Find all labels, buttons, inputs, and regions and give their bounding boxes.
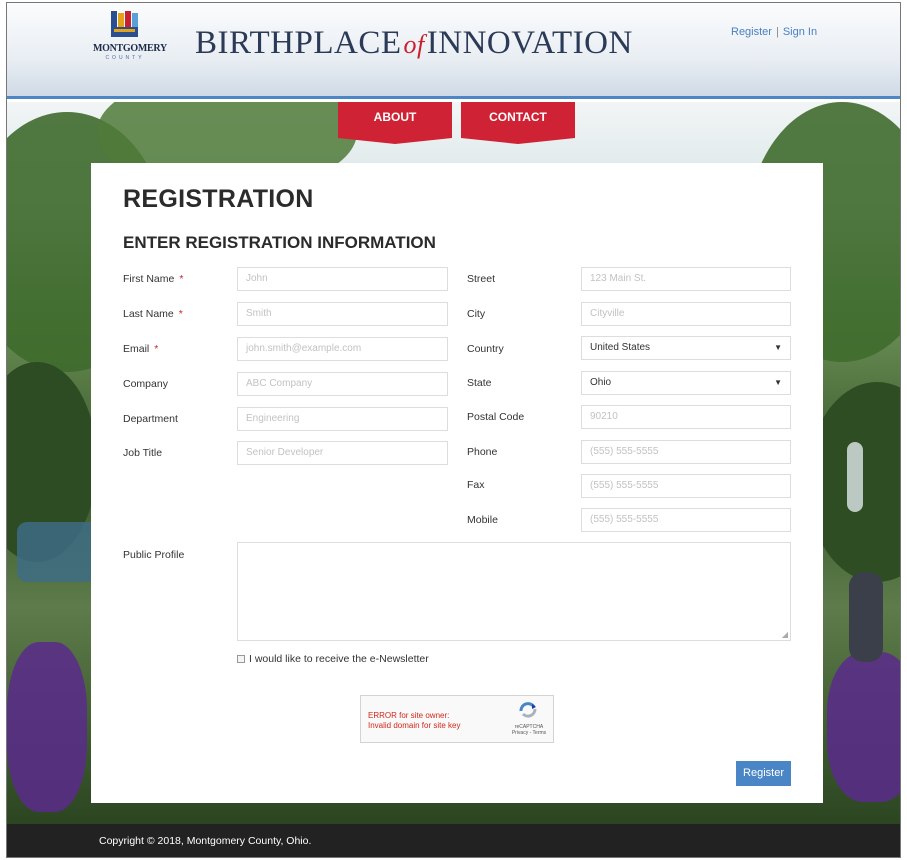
title-of: of bbox=[403, 30, 425, 59]
site-title: BIRTHPLACEofINNOVATION bbox=[195, 25, 633, 62]
email-label: Email * bbox=[123, 343, 159, 355]
last-name-input[interactable]: Smith bbox=[237, 302, 448, 326]
postal-code-input[interactable]: 90210 bbox=[581, 405, 791, 429]
first-name-label: First Name * bbox=[123, 273, 184, 285]
phone-input[interactable]: (555) 555-5555 bbox=[581, 440, 791, 464]
captcha-brand: reCAPTCHA Privacy - Terms bbox=[509, 724, 549, 736]
mobile-input[interactable]: (555) 555-5555 bbox=[581, 508, 791, 532]
required-mark: * bbox=[179, 273, 184, 285]
flowers bbox=[7, 642, 87, 812]
section-title: ENTER REGISTRATION INFORMATION bbox=[123, 233, 436, 252]
registration-card: REGISTRATION ENTER REGISTRATION INFORMAT… bbox=[91, 163, 823, 803]
email-input[interactable]: john.smith@example.com bbox=[237, 337, 448, 361]
country-label: Country bbox=[467, 343, 504, 355]
site-header: MONTGOMERY COUNTY BIRTHPLACEofINNOVATION… bbox=[7, 3, 900, 99]
fountain bbox=[847, 442, 863, 512]
city-label: City bbox=[467, 308, 486, 320]
job-title-input[interactable]: Senior Developer bbox=[237, 441, 448, 465]
auth-links: Register | Sign In bbox=[731, 26, 817, 38]
country-select[interactable]: United States ▼ bbox=[581, 336, 791, 360]
state-value: Ohio bbox=[590, 377, 612, 388]
department-label: Department bbox=[123, 413, 178, 425]
register-link[interactable]: Register bbox=[731, 26, 772, 38]
signin-link[interactable]: Sign In bbox=[783, 26, 817, 38]
phone-label: Phone bbox=[467, 446, 498, 458]
title-left: BIRTHPLACE bbox=[195, 25, 402, 61]
person bbox=[849, 572, 883, 662]
captcha-error-text: ERROR for site owner: Invalid domain for… bbox=[368, 711, 461, 730]
browser-page: MONTGOMERY COUNTY BIRTHPLACEofINNOVATION… bbox=[6, 2, 901, 858]
fax-label: Fax bbox=[467, 479, 485, 491]
nav-about[interactable]: ABOUT bbox=[338, 102, 452, 144]
resize-grip-icon[interactable]: ◢ bbox=[782, 630, 788, 639]
first-name-input[interactable]: John bbox=[237, 267, 448, 291]
nav-contact[interactable]: CONTACT bbox=[461, 102, 575, 144]
recaptcha-logo-icon bbox=[519, 702, 537, 718]
recaptcha-widget[interactable]: ERROR for site owner: Invalid domain for… bbox=[360, 695, 554, 743]
logo-mark-icon bbox=[111, 11, 138, 37]
department-input[interactable]: Engineering bbox=[237, 407, 448, 431]
street-input[interactable]: 123 Main St. bbox=[581, 267, 791, 291]
county-logo[interactable]: MONTGOMERY COUNTY bbox=[93, 9, 167, 67]
register-button[interactable]: Register bbox=[736, 761, 791, 786]
title-right: INNOVATION bbox=[426, 25, 633, 61]
company-label: Company bbox=[123, 378, 168, 390]
country-value: United States bbox=[590, 342, 651, 353]
mobile-label: Mobile bbox=[467, 514, 498, 526]
dropdown-arrow-icon: ▼ bbox=[774, 378, 782, 387]
city-input[interactable]: Cityville bbox=[581, 302, 791, 326]
required-mark: * bbox=[154, 343, 159, 355]
public-profile-textarea[interactable]: ◢ bbox=[237, 542, 791, 641]
company-input[interactable]: ABC Company bbox=[237, 372, 448, 396]
state-label: State bbox=[467, 377, 492, 389]
copyright-text: Copyright © 2018, Montgomery County, Ohi… bbox=[99, 835, 312, 847]
newsletter-label: I would like to receive the e-Newsletter bbox=[249, 653, 429, 665]
public-profile-label: Public Profile bbox=[123, 549, 185, 561]
flowers bbox=[827, 652, 900, 802]
state-select[interactable]: Ohio ▼ bbox=[581, 371, 791, 395]
fax-input[interactable]: (555) 555-5555 bbox=[581, 474, 791, 498]
page-title: REGISTRATION bbox=[123, 185, 314, 213]
captcha-links[interactable]: Privacy - Terms bbox=[509, 730, 549, 736]
newsletter-checkbox-row[interactable]: I would like to receive the e-Newsletter bbox=[237, 653, 429, 665]
newsletter-checkbox[interactable] bbox=[237, 655, 245, 663]
last-name-label: Last Name * bbox=[123, 308, 183, 320]
required-mark: * bbox=[178, 308, 183, 320]
dropdown-arrow-icon: ▼ bbox=[774, 343, 782, 352]
postal-code-label: Postal Code bbox=[467, 411, 525, 423]
site-footer: Copyright © 2018, Montgomery County, Ohi… bbox=[7, 824, 900, 857]
job-title-label: Job Title bbox=[123, 447, 163, 459]
logo-subtext: COUNTY bbox=[105, 55, 145, 61]
auth-separator: | bbox=[775, 26, 779, 38]
logo-wordmark: MONTGOMERY bbox=[93, 43, 167, 54]
street-label: Street bbox=[467, 273, 496, 285]
